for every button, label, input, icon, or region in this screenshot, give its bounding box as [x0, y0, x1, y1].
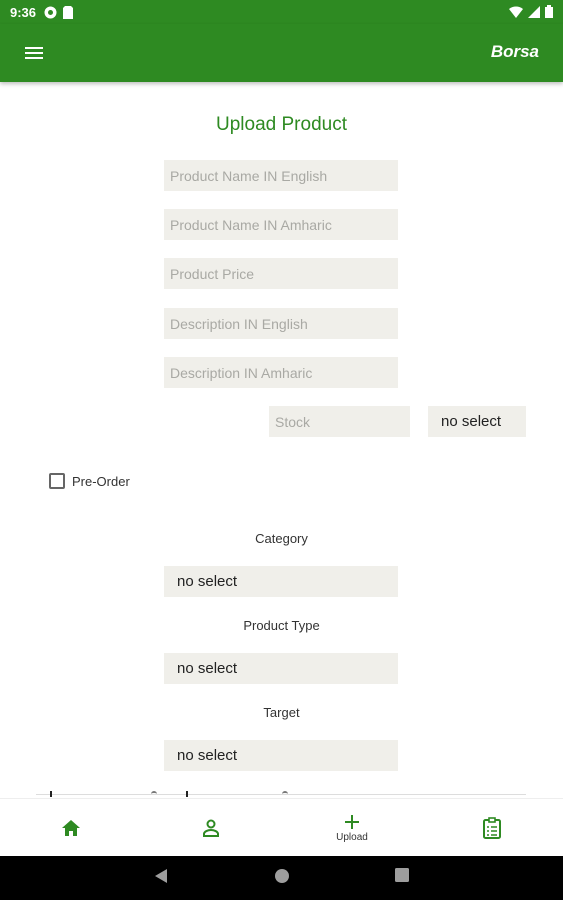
app-notification-icon [44, 6, 57, 19]
product-name-english-input[interactable] [164, 160, 398, 191]
page-title: Upload Product [216, 114, 347, 135]
wifi-icon [509, 5, 523, 18]
status-time: 9:36 [10, 5, 37, 20]
category-label: Category [255, 531, 308, 546]
nav-upload-label: Upload [336, 831, 368, 843]
nav-upload[interactable]: Upload [312, 799, 392, 857]
battery-icon [545, 5, 553, 18]
category-select[interactable]: no select [164, 566, 398, 597]
product-price-input[interactable] [164, 258, 398, 289]
product-type-label: Product Type [243, 618, 320, 633]
preorder-checkbox[interactable] [49, 473, 65, 489]
clipboard-icon [483, 817, 501, 839]
nav-home[interactable] [31, 799, 111, 857]
person-icon [203, 819, 219, 837]
recents-icon[interactable] [395, 868, 409, 882]
home-button-icon[interactable] [274, 868, 290, 884]
app-brand: Borsa [490, 42, 539, 61]
description-amharic-input[interactable] [164, 357, 398, 388]
bottom-navigation: Upload [0, 798, 563, 856]
nav-orders[interactable] [452, 799, 532, 857]
status-notification-icons [44, 6, 73, 19]
nav-profile[interactable] [171, 799, 251, 857]
system-navigation-bar [0, 856, 563, 900]
preorder-checkbox-row[interactable]: Pre-Order [49, 473, 130, 489]
menu-icon[interactable] [22, 42, 48, 64]
app-bar: Borsa [0, 24, 563, 82]
stock-unit-select[interactable]: no select [428, 406, 526, 437]
preorder-label: Pre-Order [72, 473, 130, 489]
status-system-icons [509, 5, 553, 18]
upload-form: Upload Product no select Pre-Order Categ… [0, 82, 563, 798]
stock-input[interactable] [269, 406, 410, 437]
home-icon [62, 820, 80, 836]
plus-icon [345, 814, 359, 829]
target-select[interactable]: no select [164, 740, 398, 771]
sim-card-icon [63, 6, 73, 19]
description-english-input[interactable] [164, 308, 398, 339]
signal-icon [528, 5, 540, 18]
back-icon[interactable] [154, 868, 168, 884]
product-name-amharic-input[interactable] [164, 209, 398, 240]
status-bar: 9:36 [0, 0, 563, 24]
target-label: Target [263, 705, 300, 720]
product-type-select[interactable]: no select [164, 653, 398, 684]
